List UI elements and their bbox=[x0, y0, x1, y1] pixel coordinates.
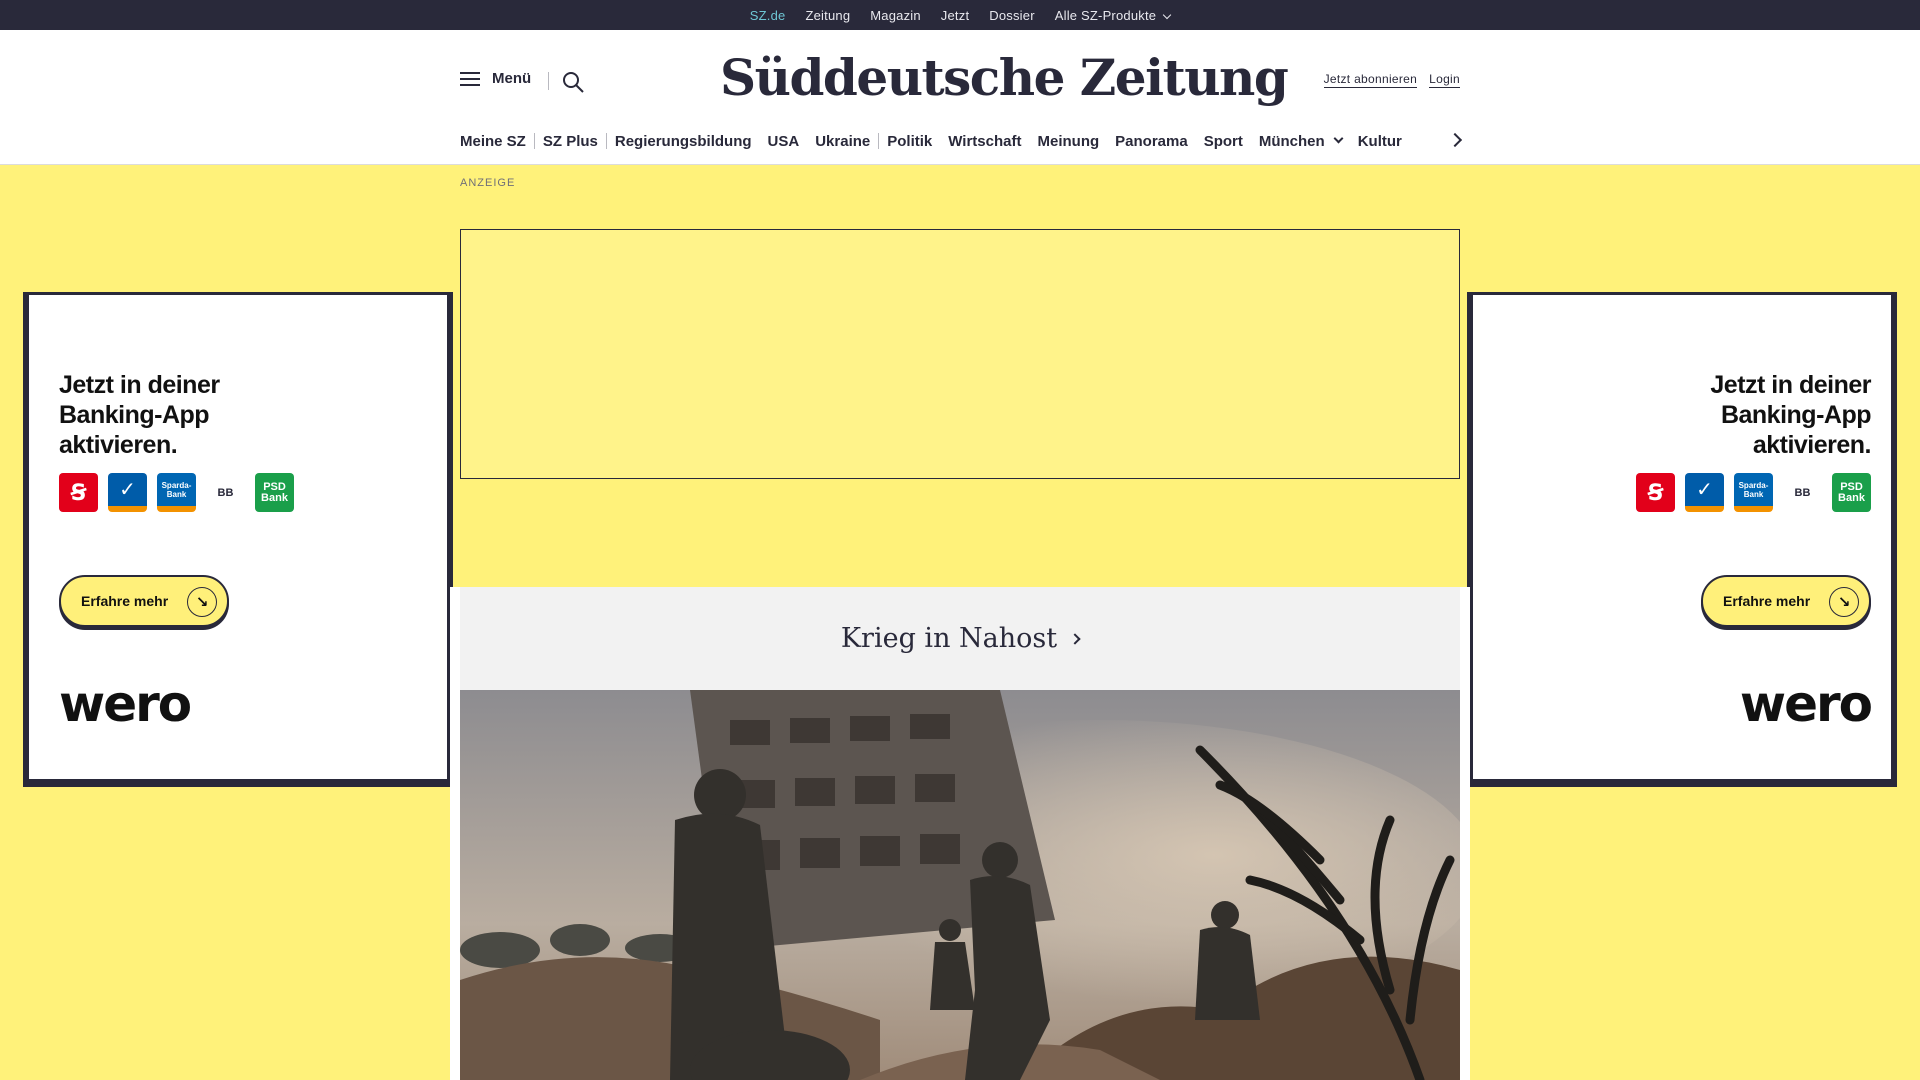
divider bbox=[548, 72, 549, 90]
dossier-header-link[interactable]: Krieg in Nahost bbox=[460, 587, 1460, 690]
nav-item-wirtschaft[interactable]: Wirtschaft bbox=[940, 133, 1029, 150]
nav-item-meinung[interactable]: Meinung bbox=[1029, 133, 1107, 150]
sparkasse-icon: Ꞩ bbox=[59, 473, 98, 512]
ad-label: ANZEIGE bbox=[460, 177, 516, 189]
ad-panel: Jetzt in deiner Banking-App aktivieren. … bbox=[29, 295, 447, 779]
nav-item-sz-plus[interactable]: SZ Plus bbox=[535, 133, 606, 150]
nav-muenchen-label: München bbox=[1258, 132, 1325, 150]
arrow-down-right-icon: ↘ bbox=[1829, 587, 1859, 617]
nav-item-politik[interactable]: Politik bbox=[879, 133, 940, 150]
skyscraper-ad-left[interactable]: Jetzt in deiner Banking-App aktivieren. … bbox=[23, 292, 453, 787]
menu-button[interactable]: Menü bbox=[460, 70, 531, 87]
cta-label: Erfahre mehr bbox=[81, 593, 169, 609]
nav-item-regierungsbildung[interactable]: Regierungsbildung bbox=[607, 133, 760, 150]
learn-more-button[interactable]: Erfahre mehr ↘ bbox=[59, 575, 229, 627]
wero-logo: wero bbox=[1739, 675, 1873, 733]
sparda-bank-icon: Sparda-Bank bbox=[157, 473, 196, 512]
chevron-right-icon[interactable] bbox=[1447, 132, 1463, 148]
product-link-alle-produkte[interactable]: Alle SZ-Produkte bbox=[1054, 7, 1172, 23]
product-link-jetzt[interactable]: Jetzt bbox=[941, 8, 969, 23]
soldiers-photo bbox=[460, 690, 1460, 1080]
nav-item-panorama[interactable]: Panorama bbox=[1107, 133, 1196, 150]
alle-produkte-label: Alle SZ-Produkte bbox=[1054, 7, 1157, 23]
nav-item-ukraine[interactable]: Ukraine bbox=[807, 133, 878, 150]
hamburger-icon bbox=[460, 71, 480, 86]
main-nav: Meine SZ SZ Plus Regierungsbildung USA U… bbox=[460, 130, 1410, 152]
menu-label: Menü bbox=[492, 70, 532, 87]
learn-more-button[interactable]: Erfahre mehr ↘ bbox=[1701, 575, 1871, 627]
volksbank-icon: ✓ bbox=[1685, 473, 1724, 512]
psd-label: PSD Bank bbox=[1838, 480, 1865, 504]
chevron-right-icon bbox=[1069, 632, 1081, 645]
sparda-bank-icon: Sparda-Bank bbox=[1734, 473, 1773, 512]
arrow-down-right-icon: ↘ bbox=[187, 587, 217, 617]
bbbank-icon: BB bbox=[1783, 473, 1822, 512]
chevron-down-icon bbox=[1333, 133, 1344, 143]
product-link-dossier[interactable]: Dossier bbox=[989, 8, 1034, 23]
bb-label: BB bbox=[217, 486, 234, 499]
product-bar: SZ.de Zeitung Magazin Jetzt Dossier Alle… bbox=[0, 0, 1920, 30]
skyscraper-ad-right[interactable]: Jetzt in deiner Banking-App aktivieren. … bbox=[1467, 292, 1897, 787]
psd-bank-icon: PSD Bank bbox=[255, 473, 294, 512]
cta-label: Erfahre mehr bbox=[1723, 593, 1811, 609]
site-logo[interactable]: Süddeutsche Zeitung bbox=[720, 48, 1289, 107]
bb-label: BB bbox=[1794, 486, 1811, 499]
ad-headline: Jetzt in deiner Banking-App aktivieren. bbox=[1710, 371, 1871, 459]
sparda-label: Sparda-Bank bbox=[161, 480, 192, 499]
bank-logos: Ꞩ ✓ Sparda-Bank BB PSD Bank bbox=[59, 473, 294, 512]
nav-item-meine-sz[interactable]: Meine SZ bbox=[460, 133, 534, 150]
search-icon[interactable] bbox=[561, 70, 585, 94]
header-links: Jetzt abonnieren Login bbox=[1323, 72, 1460, 88]
psd-label: PSD Bank bbox=[261, 480, 288, 504]
product-link-sz-de[interactable]: SZ.de bbox=[750, 8, 786, 23]
nav-item-usa[interactable]: USA bbox=[760, 133, 808, 150]
nav-item-kultur[interactable]: Kultur bbox=[1350, 133, 1410, 150]
product-link-zeitung[interactable]: Zeitung bbox=[805, 8, 850, 23]
psd-bank-icon: PSD Bank bbox=[1832, 473, 1871, 512]
bank-logos: Ꞩ ✓ Sparda-Bank BB PSD Bank bbox=[1636, 473, 1871, 512]
lead-article-image[interactable] bbox=[460, 690, 1460, 1080]
bbbank-icon: BB bbox=[206, 473, 245, 512]
subscribe-link[interactable]: Jetzt abonnieren bbox=[1323, 72, 1418, 88]
nav-item-sport[interactable]: Sport bbox=[1196, 133, 1251, 150]
sparda-label: Sparda-Bank bbox=[1738, 480, 1769, 499]
wero-logo: wero bbox=[59, 675, 192, 733]
volksbank-icon: ✓ bbox=[108, 473, 147, 512]
chevron-down-icon bbox=[1162, 10, 1172, 19]
ad-panel: Jetzt in deiner Banking-App aktivieren. … bbox=[1473, 295, 1891, 779]
nav-item-muenchen[interactable]: München bbox=[1251, 133, 1350, 150]
dossier-title: Krieg in Nahost bbox=[840, 623, 1058, 654]
product-link-magazin[interactable]: Magazin bbox=[870, 8, 921, 23]
ad-billboard[interactable] bbox=[460, 229, 1460, 479]
login-link[interactable]: Login bbox=[1429, 72, 1460, 88]
site-header: Menü Süddeutsche Zeitung Jetzt abonniere… bbox=[0, 30, 1920, 165]
ad-headline: Jetzt in deiner Banking-App aktivieren. bbox=[59, 371, 220, 459]
sparkasse-icon: Ꞩ bbox=[1636, 473, 1675, 512]
